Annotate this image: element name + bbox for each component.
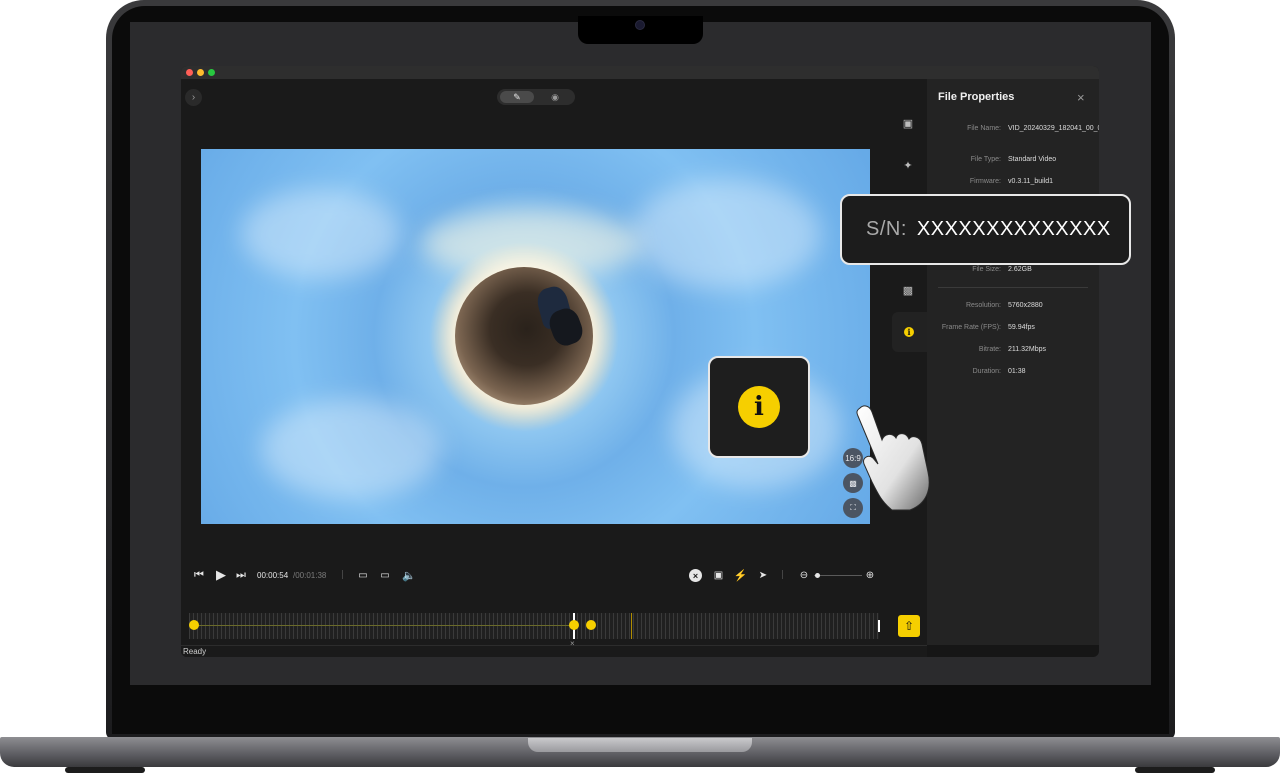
firmware-value: v0.3.11_build1 [1008, 178, 1054, 185]
zoom-slider-thumb[interactable] [814, 573, 820, 578]
zoom-slider[interactable] [814, 573, 862, 578]
play-icon[interactable]: ▶ [214, 567, 228, 582]
range-marker [631, 613, 632, 639]
focus-icon[interactable]: ▣ [712, 569, 725, 582]
skip-back-icon[interactable]: ⏮ [193, 569, 205, 581]
clapper-icon[interactable]: ▩ [899, 281, 917, 299]
trim-start-icon[interactable]: ▭ [357, 569, 369, 581]
duration-value: 01:38 [1008, 368, 1026, 375]
bitrate-label: Bitrate: [978, 346, 1001, 353]
file-name-value: VID_20240329_182041_00_065.insv [1008, 125, 1099, 132]
panel-title: File Properties [938, 91, 1015, 103]
start-marker[interactable] [189, 620, 199, 630]
file-type-label: File Type: [970, 156, 1001, 163]
status-bar: Ready [181, 645, 927, 657]
file-size-label: File Size: [972, 266, 1001, 273]
serial-value: XXXXXXXXXXXXXX [916, 218, 1111, 240]
total-time: /00:01:38 [293, 571, 327, 580]
volume-icon[interactable]: 🔈 [402, 569, 416, 582]
keyframe-marker[interactable] [569, 620, 579, 630]
serial-label: S/N: [866, 218, 907, 240]
clear-icon[interactable]: × [689, 569, 702, 582]
trim-end-icon[interactable]: ▭ [379, 569, 391, 581]
info-icon: i [738, 386, 780, 428]
frame-rate-label: Frame Rate (FPS): [941, 324, 1001, 331]
resolution-value: 5760x2880 [1008, 302, 1043, 309]
screen-chin [112, 686, 1169, 734]
keyframe-marker[interactable] [586, 620, 596, 630]
zoom-out-icon[interactable]: ⊖ [798, 569, 810, 581]
skip-forward-icon[interactable]: ⏭ [235, 569, 247, 581]
title-bar [181, 66, 1099, 79]
frame-rate-value: 59.94fps [1008, 324, 1035, 331]
puzzle-icon[interactable]: ✦ [899, 156, 917, 174]
video-preview[interactable] [201, 149, 870, 524]
info-callout: i [708, 356, 810, 458]
divider [342, 570, 343, 579]
mode-toggle: ✎ ◉ [497, 89, 575, 105]
divider [782, 570, 783, 579]
file-name-label: File Name: [967, 125, 1001, 132]
editor-area: › ✎ ◉ ▣ ✦ ▩ i 16:9 ▩ ⛶ ⏮ ▶ ⏭ 00:00:54 /0… [181, 79, 927, 648]
webcam [635, 20, 645, 30]
laptop-foot [65, 767, 145, 773]
camera-icon[interactable]: ▣ [899, 114, 917, 132]
end-marker[interactable] [878, 620, 880, 632]
current-time: 00:00:54 [257, 571, 289, 580]
app-window: › ✎ ◉ ▣ ✦ ▩ i 16:9 ▩ ⛶ ⏮ ▶ ⏭ 00:00:54 /0… [181, 66, 1099, 657]
motion-icon[interactable]: ➤ [756, 569, 770, 582]
chevron-right-icon[interactable]: › [185, 89, 202, 106]
timeline-track[interactable] [189, 613, 880, 639]
firmware-label: Firmware: [969, 178, 1001, 185]
minimize-window-button[interactable] [197, 69, 204, 76]
resolution-label: Resolution: [965, 302, 1001, 309]
export-icon[interactable]: ⇧ [898, 615, 920, 637]
bitrate-value: 211.32Mbps [1008, 346, 1047, 353]
divider [938, 287, 1088, 288]
zoom-in-icon[interactable]: ⊕ [864, 569, 876, 581]
file-properties-panel: File Properties × File Name: VID_2024032… [927, 79, 1099, 645]
laptop-foot [1135, 767, 1215, 773]
info-tab[interactable]: i [892, 312, 927, 352]
laptop-hinge-cutout [528, 738, 752, 752]
serial-number-callout: S/N: XXXXXXXXXXXXXX [840, 194, 1131, 265]
timeline-progress [193, 625, 573, 626]
pointer-hand-icon [856, 405, 930, 511]
info-icon: i [904, 327, 914, 337]
maximize-window-button[interactable] [208, 69, 215, 76]
close-window-button[interactable] [186, 69, 193, 76]
close-icon[interactable]: × [1077, 90, 1085, 105]
edit-icon[interactable]: ✎ [500, 91, 534, 103]
eye-icon[interactable]: ◉ [539, 91, 571, 103]
flash-icon[interactable]: ⚡ [734, 569, 748, 582]
duration-label: Duration: [972, 368, 1001, 375]
file-size-value: 2.62GB [1008, 266, 1032, 273]
file-type-value: Standard Video [1008, 156, 1057, 163]
